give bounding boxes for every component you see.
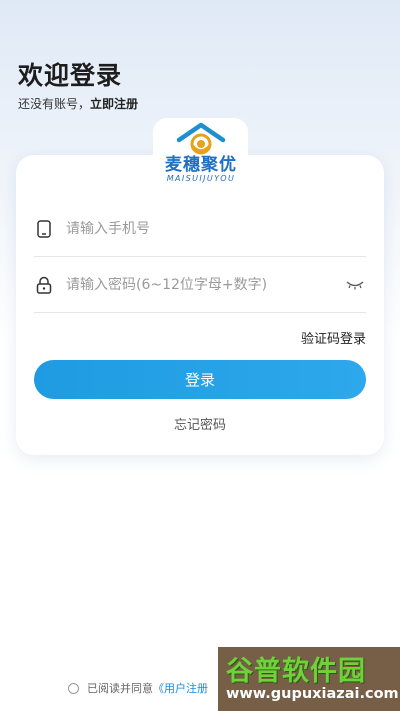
forgot-password-link[interactable]: 忘记密码 (0, 414, 400, 433)
brand-logo: 麦穗聚优 MAISUIJUYOU (158, 122, 244, 192)
register-prompt-text: 还没有账号， (18, 97, 91, 111)
agreement-row: 已阅读并同意 《用户注册 (68, 680, 208, 696)
phone-field[interactable] (34, 201, 366, 257)
watermark-text-cn: 谷普软件园 (226, 656, 366, 687)
agreement-checkbox[interactable] (68, 682, 79, 694)
password-field[interactable] (34, 257, 366, 313)
forgot-password-label[interactable]: 忘记密码 (174, 418, 226, 433)
agreement-text: 已阅读并同意 (87, 682, 153, 695)
page-title: 欢迎登录 (18, 61, 123, 90)
code-login-link[interactable]: 验证码登录 (301, 328, 366, 347)
eye-closed-icon[interactable] (344, 280, 366, 290)
terms-link[interactable]: 《用户注册 (153, 680, 208, 696)
login-button[interactable]: 登录 (34, 360, 366, 399)
lock-icon (34, 276, 54, 294)
watermark-text-en: www.gupuxiazai.com (226, 686, 399, 702)
register-prompt: 还没有账号，立即注册 (18, 95, 138, 112)
phone-input[interactable] (66, 220, 366, 237)
brand-name-cn: 麦穗聚优 (165, 155, 237, 175)
brand-name-en: MAISUIJUYOU (166, 174, 236, 183)
password-input[interactable] (66, 276, 344, 293)
phone-icon (34, 219, 54, 238)
house-wheat-logo-icon (176, 122, 226, 155)
register-link[interactable]: 立即注册 (90, 97, 138, 111)
